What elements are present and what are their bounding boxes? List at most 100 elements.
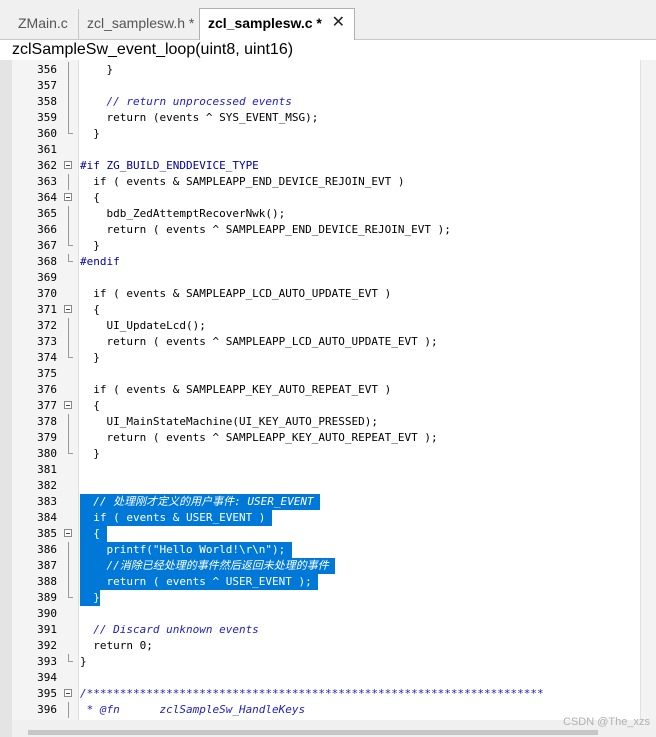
fold-guide <box>64 430 73 446</box>
code-line[interactable]: 380 } <box>12 446 640 462</box>
code-line[interactable]: 363 if ( events & SAMPLEAPP_END_DEVICE_R… <box>12 174 640 190</box>
tab-zmain[interactable]: ZMain.c <box>10 9 78 39</box>
line-number: 390 <box>37 607 57 620</box>
code-line[interactable]: 364 { <box>12 190 640 206</box>
fold-toggle-icon[interactable] <box>64 302 73 318</box>
left-margin <box>0 60 12 737</box>
code-text: } <box>80 239 100 252</box>
fold-guide <box>64 510 73 526</box>
code-line[interactable]: 385 { <box>12 526 640 542</box>
fold-guide <box>64 382 73 398</box>
line-number: 371 <box>37 303 57 316</box>
line-number: 370 <box>37 287 57 300</box>
fold-toggle-icon[interactable] <box>64 190 73 206</box>
code-line[interactable]: 378 UI_MainStateMachine(UI_KEY_AUTO_PRES… <box>12 414 640 430</box>
code-text: } <box>80 127 100 140</box>
line-number: 372 <box>37 319 57 332</box>
code-line[interactable]: 394 <box>12 670 640 686</box>
fold-guide <box>64 590 73 606</box>
function-dropdown[interactable]: zclSampleSw_event_loop(uint8, uint16) <box>0 40 656 60</box>
fold-guide <box>64 110 73 126</box>
code-line[interactable]: 375 <box>12 366 640 382</box>
code-line[interactable]: 366 return ( events ^ SAMPLEAPP_END_DEVI… <box>12 222 640 238</box>
fold-guide <box>64 318 73 334</box>
fold-toggle-icon[interactable] <box>64 686 73 702</box>
code-text: } <box>80 590 100 606</box>
fold-guide <box>64 606 73 622</box>
code-line[interactable]: 388 return ( events ^ USER_EVENT ); <box>12 574 640 590</box>
code-text: if ( events & SAMPLEAPP_END_DEVICE_REJOI… <box>80 175 405 188</box>
code-line[interactable]: 387 //消除已经处理的事件然后返回未处理的事件 <box>12 558 640 574</box>
close-icon[interactable]: ✕ <box>332 9 345 37</box>
fold-guide <box>64 478 73 494</box>
line-number: 379 <box>37 431 57 444</box>
fold-toggle-icon[interactable] <box>64 158 73 174</box>
code-line[interactable]: 393} <box>12 654 640 670</box>
code-line[interactable]: 368 #endif <box>12 254 640 270</box>
code-line[interactable]: 372 UI_UpdateLcd(); <box>12 318 640 334</box>
code-text: { <box>80 526 107 542</box>
code-text: UI_MainStateMachine(UI_KEY_AUTO_PRESSED)… <box>80 415 379 428</box>
code-text: } <box>80 63 114 76</box>
code-line[interactable]: 395 /************************************… <box>12 686 640 702</box>
code-line[interactable]: 389 } <box>12 590 640 606</box>
code-text: if ( events & SAMPLEAPP_KEY_AUTO_REPEAT_… <box>80 383 392 396</box>
code-text: } <box>80 655 87 668</box>
code-line[interactable]: 356 } <box>12 62 640 78</box>
line-number: 356 <box>37 63 57 76</box>
fold-guide <box>64 254 73 270</box>
code-line[interactable]: 392 return 0; <box>12 638 640 654</box>
fold-guide <box>64 142 73 158</box>
fold-toggle-icon[interactable] <box>64 398 73 414</box>
code-line[interactable]: 359 return (events ^ SYS_EVENT_MSG); <box>12 110 640 126</box>
code-line[interactable]: 362 #if ZG_BUILD_ENDDEVICE_TYPE <box>12 158 640 174</box>
vertical-scrollbar[interactable] <box>640 60 656 720</box>
code-line[interactable]: 382 <box>12 478 640 494</box>
line-number: 380 <box>37 447 57 460</box>
code-text: // Discard unknown events <box>80 623 259 636</box>
code-text: return ( events ^ SAMPLEAPP_KEY_AUTO_REP… <box>80 431 438 444</box>
tab-samplesw-c[interactable]: zcl_samplesw.c * ✕ <box>199 8 355 40</box>
line-number: 362 <box>37 159 57 172</box>
code-line[interactable]: 371 { <box>12 302 640 318</box>
line-number: 360 <box>37 127 57 140</box>
code-text: UI_UpdateLcd(); <box>80 319 206 332</box>
code-line[interactable]: 377 { <box>12 398 640 414</box>
code-line[interactable]: 360 } <box>12 126 640 142</box>
fold-guide <box>64 334 73 350</box>
code-line[interactable]: 374 } <box>12 350 640 366</box>
code-line[interactable]: 383 // 处理刚才定义的用户事件: USER_EVENT <box>12 494 640 510</box>
code-line[interactable]: 370 if ( events & SAMPLEAPP_LCD_AUTO_UPD… <box>12 286 640 302</box>
code-line[interactable]: 373 return ( events ^ SAMPLEAPP_LCD_AUTO… <box>12 334 640 350</box>
code-text: return 0; <box>80 639 153 652</box>
code-line[interactable]: 357 <box>12 78 640 94</box>
code-line[interactable]: 369 <box>12 270 640 286</box>
code-text: #if ZG_BUILD_ENDDEVICE_TYPE <box>80 159 259 172</box>
code-line[interactable]: 367 } <box>12 238 640 254</box>
code-line[interactable]: 386 printf("Hello World!\r\n"); <box>12 542 640 558</box>
fold-guide <box>64 286 73 302</box>
code-line[interactable]: 396 * @fn zclSampleSw_HandleKeys <box>12 702 640 718</box>
code-text: { <box>80 399 100 412</box>
line-number: 394 <box>37 671 57 684</box>
code-line[interactable]: 379 return ( events ^ SAMPLEAPP_KEY_AUTO… <box>12 430 640 446</box>
code-line[interactable]: 390 <box>12 606 640 622</box>
code-editor[interactable]: 356 } 357 358 // return unprocessed events… <box>12 62 640 718</box>
code-line[interactable]: 381 <box>12 462 640 478</box>
code-line[interactable]: 384 if ( events & USER_EVENT ) <box>12 510 640 526</box>
fold-guide <box>64 414 73 430</box>
code-line[interactable]: 376 if ( events & SAMPLEAPP_KEY_AUTO_REP… <box>12 382 640 398</box>
tab-bar: ZMain.c zcl_samplesw.h * zcl_samplesw.c … <box>0 0 656 40</box>
fold-toggle-icon[interactable] <box>64 526 73 542</box>
fold-guide <box>64 462 73 478</box>
line-number: 364 <box>37 191 57 204</box>
code-line[interactable]: 358 // return unprocessed events <box>12 94 640 110</box>
line-number: 391 <box>37 623 57 636</box>
code-line[interactable]: 391 // Discard unknown events <box>12 622 640 638</box>
code-line[interactable]: 361 <box>12 142 640 158</box>
line-number: 382 <box>37 479 57 492</box>
horizontal-scroll-thumb[interactable] <box>28 730 598 735</box>
fold-guide <box>64 494 73 510</box>
code-line[interactable]: 365 bdb_ZedAttemptRecoverNwk(); <box>12 206 640 222</box>
tab-samplesw-h[interactable]: zcl_samplesw.h * <box>78 9 196 39</box>
